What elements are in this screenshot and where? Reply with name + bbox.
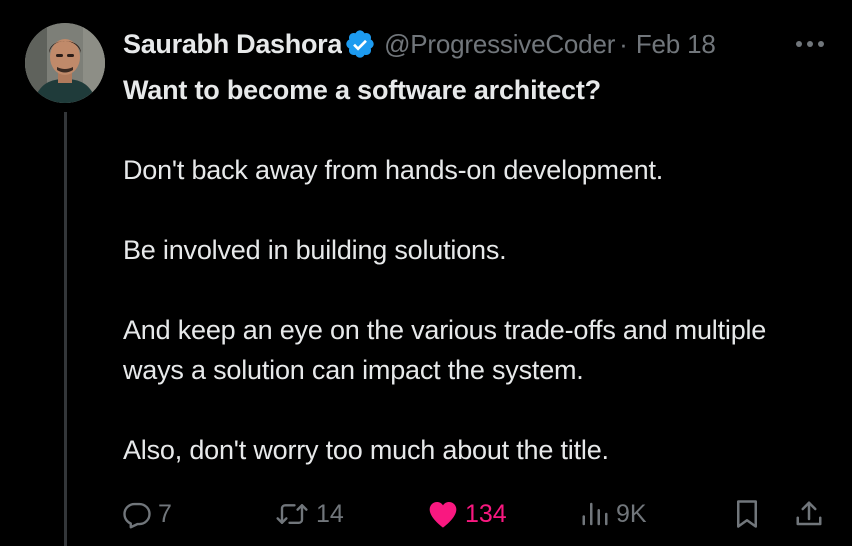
repost-count: 14 [316,499,344,528]
reply-icon [123,502,151,529]
like-count: 134 [465,499,507,528]
views-button[interactable]: 9K [580,496,647,532]
views-icon [582,502,608,526]
author-display-name[interactable]: Saurabh Dashora [123,29,342,60]
share-icon [796,501,822,526]
repost-button[interactable]: 14 [274,496,344,532]
tweet-line: Don't back away from hands-on developmen… [123,155,664,185]
bookmark-button[interactable] [733,496,761,532]
bookmark-icon [737,500,757,528]
tweet-header: Saurabh Dashora @ProgressiveCoder · Feb … [123,24,833,64]
header-separator: · [619,28,628,59]
author-handle[interactable]: @ProgressiveCoder [384,29,615,60]
like-button[interactable]: 134 [427,496,507,532]
tweet-action-bar: 7 14 134 9K [0,496,852,536]
tweet-text: Want to become a software architect? Don… [123,70,823,510]
avatar[interactable] [25,23,105,103]
views-count: 9K [616,499,647,528]
tweet-line-headline: Want to become a software architect? [123,75,601,105]
tweet-date[interactable]: Feb 18 [636,29,716,60]
reply-button[interactable]: 7 [122,496,172,532]
tweet-line: And keep an eye on the various trade-off… [123,315,767,385]
tweet-line: Be involved in building solutions. [123,235,507,265]
share-button[interactable] [794,496,824,532]
heart-icon [429,502,457,528]
more-icon[interactable] [793,30,827,58]
verified-badge-icon[interactable] [344,28,376,60]
reply-count: 7 [158,499,172,528]
tweet-line: Also, don't worry too much about the tit… [123,435,609,465]
thread-connector-line [64,112,67,546]
repost-icon [276,504,308,524]
avatar-photo [25,23,105,103]
